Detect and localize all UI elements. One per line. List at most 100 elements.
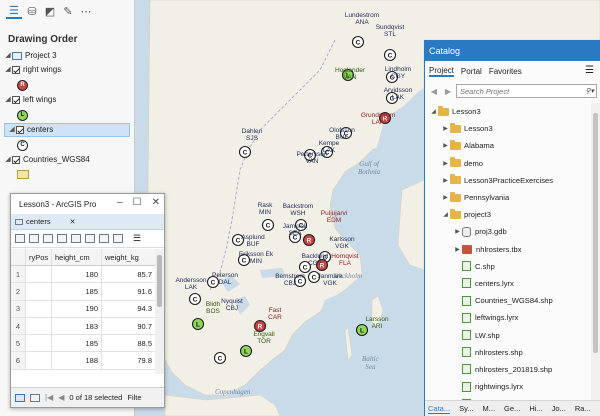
column-header-pos[interactable]: ryPos bbox=[26, 249, 52, 265]
dock-tab[interactable]: Jo... bbox=[552, 404, 566, 413]
delete-selection-icon[interactable] bbox=[99, 234, 109, 243]
dock-tab[interactable]: Ra... bbox=[575, 404, 591, 413]
pencil-icon[interactable]: ✎ bbox=[60, 3, 76, 19]
row-index[interactable]: 3 bbox=[11, 300, 26, 317]
expand-arrow-icon[interactable]: ▶ bbox=[441, 177, 450, 184]
collapse-caret-icon[interactable]: ◢ bbox=[4, 153, 12, 167]
forward-icon[interactable]: ▶ bbox=[442, 85, 454, 97]
catalog-item[interactable]: ▶ proj3.gdb bbox=[425, 223, 590, 240]
tab-project[interactable]: Project bbox=[429, 66, 454, 77]
close-icon[interactable]: ✕ bbox=[152, 197, 160, 208]
expand-arrow-icon[interactable]: ▶ bbox=[441, 160, 450, 167]
row-index[interactable]: 1 bbox=[11, 266, 26, 283]
add-field-icon[interactable] bbox=[15, 234, 25, 243]
catalog-item[interactable]: ▶ Alabama bbox=[425, 137, 590, 154]
database-icon[interactable]: ⛁ bbox=[24, 3, 40, 19]
table-row[interactable]: 6 188 79.8 bbox=[11, 352, 156, 370]
collapse-arrow-icon[interactable]: ◢ bbox=[441, 211, 450, 218]
player-marker-c[interactable]: C bbox=[383, 48, 397, 62]
expand-arrow-icon[interactable]: ▶ bbox=[441, 194, 450, 201]
table-tab[interactable]: centers ✕ bbox=[11, 214, 164, 230]
tree-layer-right-wings[interactable]: ◢ right wings bbox=[0, 63, 134, 77]
catalog-item[interactable]: rightwings.lyrx bbox=[425, 378, 590, 395]
cell-pos[interactable] bbox=[26, 317, 52, 335]
zoom-to-selection-icon[interactable] bbox=[57, 234, 67, 243]
cell-pos[interactable] bbox=[26, 352, 52, 369]
collapse-arrow-icon[interactable]: ◢ bbox=[429, 108, 438, 115]
expand-arrow-icon[interactable]: ▶ bbox=[453, 228, 462, 235]
cell-height[interactable]: 188 bbox=[52, 352, 102, 369]
visibility-checkbox[interactable] bbox=[12, 96, 20, 104]
catalog-scroll-thumb[interactable] bbox=[593, 113, 598, 353]
table-vertical-scrollbar[interactable] bbox=[155, 249, 164, 374]
polygon-edit-icon[interactable]: ◩ bbox=[42, 3, 58, 19]
catalog-item[interactable]: ▶ Pennsylvania bbox=[425, 189, 590, 206]
attribute-table-window[interactable]: Lesson3 - ArcGIS Pro – ☐ ✕ centers ✕ ☰ r… bbox=[10, 193, 165, 408]
cell-weight[interactable]: 79.8 bbox=[102, 352, 156, 369]
tree-map-project[interactable]: ◢ Project 3 bbox=[0, 49, 134, 63]
search-icon[interactable]: ⚲▾ bbox=[585, 87, 594, 95]
filter-label[interactable]: Filte bbox=[127, 393, 141, 402]
dock-tab[interactable]: Ge... bbox=[504, 404, 520, 413]
close-tab-icon[interactable]: ✕ bbox=[70, 218, 76, 226]
more-icon[interactable]: ⋯ bbox=[78, 3, 94, 19]
table-row[interactable]: 1 180 85.7 bbox=[11, 266, 156, 284]
search-box[interactable]: ⚲▾ bbox=[456, 84, 597, 98]
player-marker-c[interactable]: C bbox=[261, 218, 275, 232]
cell-weight[interactable]: 91.6 bbox=[102, 283, 156, 300]
collapse-caret-icon[interactable]: ◢ bbox=[4, 49, 12, 63]
copy-selection-icon[interactable] bbox=[113, 234, 123, 243]
catalog-item[interactable]: ▶ Lesson3PracticeExercises bbox=[425, 172, 590, 189]
show-selected-records-icon[interactable] bbox=[30, 393, 40, 402]
catalog-item[interactable]: nhlrosters_201819.shp bbox=[425, 361, 590, 378]
catalog-menu-icon[interactable]: ☰ bbox=[585, 65, 594, 76]
catalog-vertical-scrollbar[interactable] bbox=[591, 103, 600, 400]
cell-height[interactable]: 185 bbox=[52, 283, 102, 300]
catalog-item[interactable]: ◢ Lesson3 bbox=[425, 103, 590, 120]
tab-portal[interactable]: Portal bbox=[461, 67, 482, 76]
catalog-item[interactable]: ▶ nhlrosters.tbx bbox=[425, 241, 590, 258]
cell-height[interactable]: 180 bbox=[52, 266, 102, 283]
list-by-drawing-order-icon[interactable]: ☰ bbox=[6, 3, 22, 19]
cell-pos[interactable] bbox=[26, 283, 52, 300]
player-marker-l[interactable]: L bbox=[239, 344, 253, 358]
table-row[interactable]: 5 185 88.5 bbox=[11, 335, 156, 353]
collapse-caret-icon[interactable]: ◢ bbox=[4, 93, 12, 107]
catalog-item[interactable]: ▶ demo bbox=[425, 155, 590, 172]
search-input[interactable] bbox=[460, 86, 560, 96]
player-marker-r[interactable]: R bbox=[253, 319, 267, 333]
tree-layer-centers[interactable]: ◢ centers bbox=[4, 123, 130, 137]
clear-selection-icon[interactable] bbox=[85, 234, 95, 243]
table-scroll-thumb[interactable] bbox=[157, 255, 162, 307]
column-header-height[interactable]: height_cm bbox=[52, 249, 102, 265]
cell-pos[interactable] bbox=[26, 300, 52, 317]
expand-arrow-icon[interactable]: ▶ bbox=[441, 125, 450, 132]
cell-height[interactable]: 183 bbox=[52, 317, 102, 335]
cell-height[interactable]: 190 bbox=[52, 300, 102, 317]
switch-selection-icon[interactable] bbox=[71, 234, 81, 243]
expand-arrow-icon[interactable]: ▶ bbox=[453, 246, 462, 253]
visibility-checkbox[interactable] bbox=[12, 66, 20, 74]
table-row[interactable]: 3 190 94.3 bbox=[11, 300, 156, 318]
cell-weight[interactable]: 90.7 bbox=[102, 317, 156, 335]
dock-tab[interactable]: Sy... bbox=[459, 404, 473, 413]
cell-height[interactable]: 185 bbox=[52, 335, 102, 352]
catalog-item[interactable]: leftwings.lyrx bbox=[425, 309, 590, 326]
dock-tab[interactable]: Cata... bbox=[428, 404, 451, 414]
tab-favorites[interactable]: Favorites bbox=[489, 67, 522, 76]
dock-tab[interactable]: M... bbox=[483, 404, 496, 413]
visibility-checkbox[interactable] bbox=[12, 156, 20, 164]
expand-arrow-icon[interactable]: ▶ bbox=[441, 142, 450, 149]
catalog-item[interactable]: C.shp bbox=[425, 258, 590, 275]
catalog-item[interactable]: centers.lyrx bbox=[425, 275, 590, 292]
catalog-item[interactable]: LW.shp bbox=[425, 326, 590, 343]
cell-weight[interactable]: 94.3 bbox=[102, 300, 156, 317]
table-row[interactable]: 2 185 91.6 bbox=[11, 283, 156, 301]
table-window-titlebar[interactable]: Lesson3 - ArcGIS Pro – ☐ ✕ bbox=[11, 194, 164, 214]
player-marker-l[interactable]: L bbox=[191, 317, 205, 331]
cell-weight[interactable]: 88.5 bbox=[102, 335, 156, 352]
row-index[interactable]: 5 bbox=[11, 335, 26, 352]
catalog-item[interactable]: ◢ project3 bbox=[425, 206, 590, 223]
show-all-records-icon[interactable] bbox=[15, 393, 25, 402]
player-marker-c[interactable]: C bbox=[351, 35, 365, 49]
